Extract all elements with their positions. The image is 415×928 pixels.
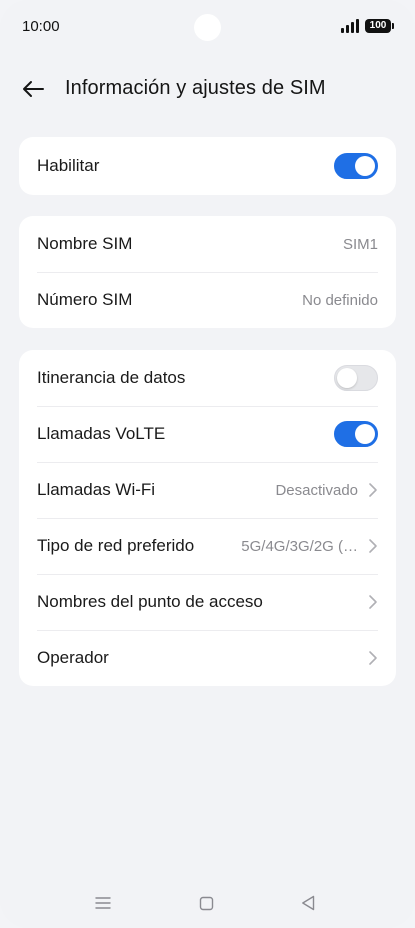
volte-label: Llamadas VoLTE <box>37 424 166 443</box>
wifi-calls-label: Llamadas Wi-Fi <box>37 480 156 499</box>
back-triangle-icon <box>302 895 315 911</box>
wifi-calls-value: Desactivado <box>275 481 358 499</box>
chevron-right-icon <box>369 651 377 665</box>
roaming-right <box>334 365 378 391</box>
back-nav-button[interactable] <box>298 893 318 913</box>
battery-icon: 100 <box>365 19 394 33</box>
sim-name-value: SIM1 <box>342 235 378 253</box>
enable-card: Habilitar <box>19 137 396 195</box>
apn-label: Nombres del punto de acceso <box>37 592 263 611</box>
status-time: 10:00 <box>22 18 60 35</box>
row-volte[interactable]: Llamadas VoLTE <box>19 406 396 462</box>
camera-cutout <box>194 14 221 41</box>
volte-right <box>334 421 378 447</box>
enable-right <box>334 153 378 179</box>
menu-icon <box>95 897 111 909</box>
sim-number-right: No definido <box>302 292 378 309</box>
navigation-bar <box>0 886 415 920</box>
sim-info-card: Nombre SIM SIM1 Número SIM No definido <box>19 216 396 328</box>
status-bar: 10:00 100 <box>0 0 415 56</box>
enable-label: Habilitar <box>37 156 100 175</box>
roaming-toggle[interactable] <box>334 365 378 391</box>
row-sim-number[interactable]: Número SIM No definido <box>19 272 396 328</box>
network-card: Itinerancia de datos Llamadas VoLTE Llam… <box>19 350 396 686</box>
status-icons: 100 <box>341 18 394 34</box>
sim-number-label: Número SIM <box>37 290 133 309</box>
back-button[interactable] <box>18 74 48 104</box>
operator-label: Operador <box>37 648 109 667</box>
row-roaming[interactable]: Itinerancia de datos <box>19 350 396 406</box>
network-type-label: Tipo de red preferido <box>37 536 195 555</box>
network-type-right: 5G/4G/3G/2G (… <box>241 538 378 555</box>
wifi-calls-right: Desactivado <box>275 482 378 499</box>
page-title: Información y ajustes de SIM <box>65 77 326 99</box>
volte-toggle[interactable] <box>334 421 378 447</box>
menu-button[interactable] <box>93 893 113 913</box>
signal-icon <box>341 19 359 33</box>
roaming-label: Itinerancia de datos <box>37 368 186 387</box>
row-operator[interactable]: Operador <box>19 630 396 686</box>
network-type-value: 5G/4G/3G/2G (… <box>241 537 358 555</box>
sim-name-label: Nombre SIM <box>37 234 133 253</box>
operator-right <box>368 650 378 666</box>
row-sim-name[interactable]: Nombre SIM SIM1 <box>19 216 396 272</box>
chevron-right-icon <box>369 595 377 609</box>
header: Información y ajustes de SIM <box>0 66 415 112</box>
row-network-type[interactable]: Tipo de red preferido 5G/4G/3G/2G (… <box>19 518 396 574</box>
back-arrow-icon <box>23 81 44 97</box>
home-button[interactable] <box>196 893 216 913</box>
row-enable[interactable]: Habilitar <box>19 137 396 195</box>
chevron-right-icon <box>369 539 377 553</box>
enable-toggle[interactable] <box>334 153 378 179</box>
screen: 10:00 100 Información y ajustes de SIM H… <box>0 0 415 928</box>
row-wifi-calls[interactable]: Llamadas Wi-Fi Desactivado <box>19 462 396 518</box>
apn-right <box>368 594 378 610</box>
sim-number-value: No definido <box>302 291 378 309</box>
chevron-right-icon <box>369 483 377 497</box>
sim-name-right: SIM1 <box>343 236 378 253</box>
home-square-icon <box>199 896 213 910</box>
row-apn[interactable]: Nombres del punto de acceso <box>19 574 396 630</box>
